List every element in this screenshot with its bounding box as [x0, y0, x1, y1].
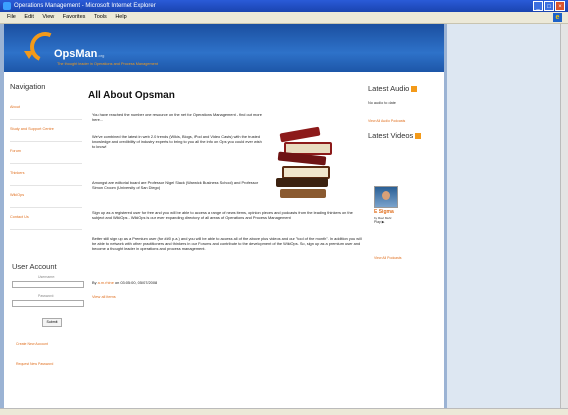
vertical-scrollbar[interactable] [560, 24, 568, 408]
account-title: User Account [12, 262, 57, 271]
minimize-button[interactable]: _ [533, 1, 543, 11]
trends-paragraph: We've combined the latest in web 2.0 tre… [92, 134, 262, 149]
page-title: All About Opsman [88, 90, 175, 101]
logo-arrow-icon [25, 27, 65, 67]
window-title: Operations Management - Microsoft Intern… [14, 3, 156, 9]
right-column: Latest Audio No audio to date View All A… [368, 84, 442, 260]
main-content: All About Opsman [88, 90, 360, 101]
menu-view[interactable]: View [42, 14, 54, 20]
web-page: OpsMan.org The thought leader in Operati… [4, 24, 444, 408]
create-account-link[interactable]: Create New Account [16, 342, 48, 346]
view-audio-link[interactable]: View All Audio Podcasts [368, 119, 442, 123]
windows-logo-icon: e [553, 13, 562, 22]
signup-paragraph: Sign up as a registered user for free an… [92, 210, 353, 220]
site-header: OpsMan.org The thought leader in Operati… [4, 24, 444, 72]
login-button[interactable]: Submit [42, 318, 62, 327]
latest-videos-title: Latest Videos [368, 131, 442, 140]
close-button[interactable]: × [555, 1, 565, 11]
maximize-button[interactable]: □ [544, 1, 554, 11]
board-paragraph: Amongst are editorial board are Professo… [92, 180, 259, 190]
video-title-link[interactable]: E Sigma [374, 209, 394, 215]
latest-videos-label: Latest Videos [368, 131, 414, 140]
menu-tools[interactable]: Tools [94, 14, 107, 20]
premium-paragraph: Better still sign up as a Premium user (… [92, 236, 362, 251]
latest-audio-label: Latest Audio [368, 84, 410, 93]
byline-date: on 03:05:00, 05/07/2008 [114, 280, 158, 285]
password-label: Password: [38, 294, 55, 298]
books-image [274, 120, 336, 200]
window-titlebar: Operations Management - Microsoft Intern… [0, 0, 568, 12]
rss-icon[interactable] [411, 86, 418, 93]
video-play-button[interactable]: Play ▶ [374, 220, 384, 224]
menu-edit[interactable]: Edit [24, 14, 33, 20]
byline-prefix: By [92, 280, 97, 285]
browser-side-panel [447, 24, 560, 408]
nav-item-thinkers[interactable]: Thinkers [10, 164, 82, 186]
logo-arrowhead-icon [24, 51, 34, 59]
menu-help[interactable]: Help [115, 14, 126, 20]
audio-empty-text: No audio to date [368, 101, 396, 105]
request-password-link[interactable]: Request New Password [16, 362, 53, 366]
nav-item-about[interactable]: About [10, 98, 82, 120]
author-link[interactable]: a.m.rhine [98, 280, 114, 285]
menu-favorites[interactable]: Favorites [63, 14, 86, 20]
ie-icon [3, 2, 11, 10]
view-podcasts-link[interactable]: View All Podcasts [374, 256, 402, 260]
menu-file[interactable]: File [7, 14, 16, 20]
site-logo[interactable]: OpsMan.org [54, 48, 104, 60]
left-navigation: Navigation About Study and Support Centr… [10, 82, 82, 230]
view-all-items-link[interactable]: View all items [92, 294, 116, 299]
password-input[interactable] [12, 300, 84, 307]
status-bar [0, 408, 568, 415]
nav-item-forum[interactable]: Forum [10, 142, 82, 164]
logo-text: OpsMan [54, 48, 98, 60]
latest-audio-title: Latest Audio [368, 84, 442, 93]
username-input[interactable] [12, 281, 84, 288]
nav-item-wikiops[interactable]: WikiOps [10, 186, 82, 208]
byline: By a.m.rhine on 03:05:00, 05/07/2008 [92, 280, 364, 285]
nav-title: Navigation [10, 82, 46, 91]
logo-suffix: .org [97, 53, 105, 58]
menu-bar: File Edit View Favorites Tools Help e [0, 12, 568, 24]
rss-icon[interactable] [415, 133, 422, 140]
intro-paragraph: You have reached the number one resource… [92, 112, 262, 122]
username-label: Username: [38, 275, 56, 279]
video-thumbnail[interactable] [374, 186, 398, 208]
site-tagline: The thought leader in Operations and Pro… [57, 62, 158, 66]
nav-item-study[interactable]: Study and Support Centre [10, 120, 82, 142]
nav-item-contact[interactable]: Contact Us [10, 208, 82, 230]
